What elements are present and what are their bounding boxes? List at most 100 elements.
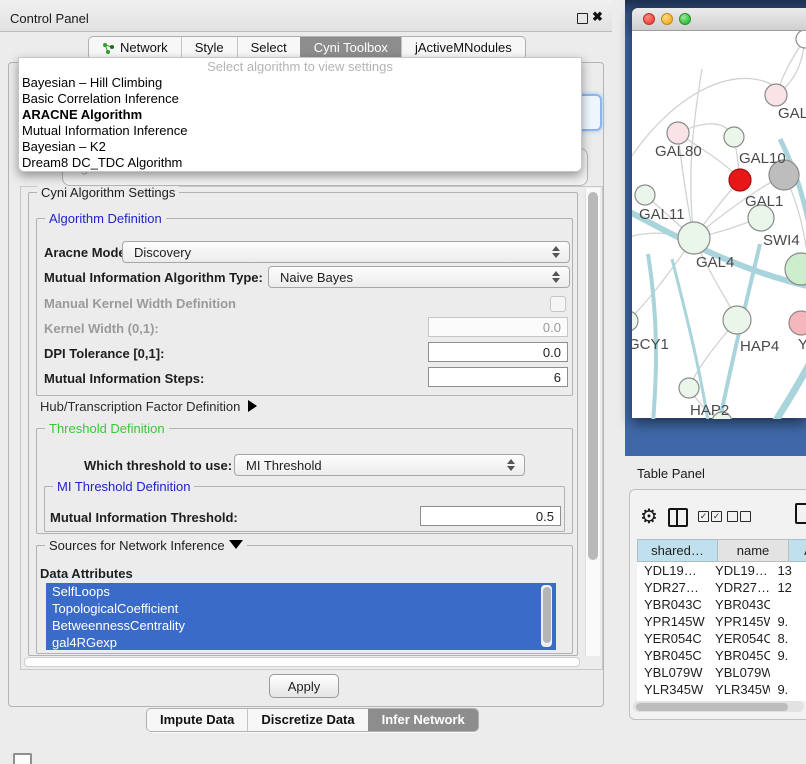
table-row[interactable]: YPR145W YPR145W 9. — [637, 613, 806, 630]
node-label: GAL1 — [745, 193, 783, 210]
data-attributes-list[interactable]: SelfLoops TopologicalCoefficient Between… — [46, 583, 556, 650]
table-row[interactable]: YDL19… YDL19… 13 — [637, 562, 806, 579]
collapsed-panel-icon[interactable] — [13, 753, 32, 764]
combo-arrows-icon — [507, 458, 515, 472]
minimize-traffic-light-icon[interactable] — [661, 13, 673, 25]
panel-title: Control Panel — [10, 11, 89, 26]
node-gal10 — [724, 127, 744, 147]
list-item[interactable]: gal4RGexp — [46, 634, 556, 650]
table-row[interactable]: YBR043C YBR043C — [637, 596, 806, 613]
tab-style[interactable]: Style — [181, 37, 237, 59]
node — [765, 84, 787, 106]
close-icon[interactable]: ✖ — [592, 9, 603, 25]
dropdown-item[interactable]: Basic Correlation Inference — [19, 91, 581, 107]
dropdown-item[interactable]: Mutual Information Inference — [19, 123, 581, 139]
list-item[interactable]: SelfLoops — [46, 583, 556, 600]
mi-type-label: Mutual Information Algorithm Type: — [44, 270, 263, 285]
mi-type-combo[interactable]: Naive Bayes — [268, 266, 570, 288]
settings-gear-icon[interactable]: ⚙ — [640, 504, 658, 529]
table-row[interactable]: YLR345W YLR345W 9. — [637, 681, 806, 698]
which-threshold-label: Which threshold to use: — [84, 458, 232, 473]
table-row[interactable]: YBL079W YBL079W — [637, 664, 806, 681]
unchecked-checkbox-icon[interactable] — [727, 511, 738, 522]
table-horizontal-scrollbar[interactable] — [633, 701, 804, 712]
which-threshold-combo[interactable]: MI Threshold — [234, 454, 525, 476]
column-header-name[interactable]: name — [718, 539, 789, 562]
node-gcy1 — [632, 311, 638, 331]
node-label: GAL80 — [655, 143, 702, 160]
network-window[interactable]: GAL GAL80 GAL10 GAL1 GAL11 SWI4 GAL4 GCY… — [632, 8, 806, 418]
scrollbar-thumb[interactable] — [24, 657, 580, 667]
hub-section-label: Hub/Transcription Factor Definition — [40, 399, 240, 414]
hub-section-toggle[interactable]: Hub/Transcription Factor Definition — [40, 399, 257, 414]
mi-type-value: Naive Bayes — [280, 270, 353, 285]
manual-kernel-checkbox[interactable] — [550, 296, 566, 312]
group-title: Algorithm Definition — [45, 211, 166, 226]
table-row[interactable]: YBR045C YBR045C 9. — [637, 647, 806, 664]
table-panel-title: Table Panel — [637, 466, 705, 481]
column-header-shared[interactable]: shared… — [637, 539, 718, 562]
zoom-traffic-light-icon[interactable] — [679, 13, 691, 25]
table-header-row: shared… name A — [637, 539, 806, 562]
list-item[interactable]: BetweennessCentrality — [46, 617, 556, 634]
aracne-mode-value: Discovery — [134, 245, 191, 260]
tab-jactivemnodules[interactable]: jActiveMNodules — [401, 37, 525, 59]
tab-select[interactable]: Select — [237, 37, 300, 59]
scrollbar-thumb[interactable] — [636, 703, 788, 711]
network-labels: GAL GAL80 GAL10 GAL1 GAL11 SWI4 GAL4 GCY… — [632, 105, 806, 419]
tab-network[interactable]: Network — [89, 37, 181, 59]
sources-toggle[interactable]: Sources for Network Inference — [45, 538, 247, 553]
expanded-arrow-icon — [229, 540, 243, 549]
mi-threshold-field[interactable]: 0.5 — [420, 506, 561, 526]
checked-checkbox-icon[interactable]: ✓ — [711, 511, 722, 522]
scrollbar-thumb[interactable] — [588, 192, 598, 560]
manual-kernel-label: Manual Kernel Width Definition — [44, 296, 236, 311]
export-file-icon[interactable] — [795, 503, 806, 524]
column-layout-icon[interactable] — [668, 508, 688, 527]
kernel-width-label: Kernel Width (0,1): — [44, 321, 159, 336]
dropdown-item[interactable]: Bayesian – K2 — [19, 139, 581, 155]
settings-vertical-scrollbar[interactable] — [585, 188, 600, 656]
group-title: MI Threshold Definition — [53, 479, 194, 494]
network-icon — [102, 42, 115, 55]
aracne-mode-combo[interactable]: Discovery — [122, 241, 570, 263]
node — [796, 31, 806, 48]
node-selected-red — [729, 169, 751, 191]
node-label: Y — [798, 336, 806, 353]
node-label: GAL11 — [639, 206, 685, 223]
apply-button[interactable]: Apply — [269, 674, 339, 698]
kernel-width-field[interactable]: 0.0 — [428, 317, 568, 337]
node-label: GAL — [778, 105, 806, 122]
unchecked-checkbox-icon[interactable] — [740, 511, 751, 522]
tab-infer-network[interactable]: Infer Network — [368, 709, 478, 731]
table-row[interactable]: YER054C YER054C 8. — [637, 630, 806, 647]
tab-cyni-toolbox[interactable]: Cyni Toolbox — [300, 37, 401, 59]
float-window-icon[interactable] — [577, 13, 588, 24]
mi-steps-field[interactable]: 6 — [428, 367, 568, 387]
list-vertical-scrollbar[interactable] — [541, 585, 552, 647]
node-label: HAP4 — [740, 338, 779, 355]
dpi-tolerance-field[interactable]: 0.0 — [428, 342, 568, 362]
dpi-tolerance-label: DPI Tolerance [0,1]: — [44, 346, 164, 361]
tab-discretize-data[interactable]: Discretize Data — [247, 709, 367, 731]
dropdown-item-selected[interactable]: ARACNE Algorithm — [19, 107, 581, 123]
close-traffic-light-icon[interactable] — [643, 13, 655, 25]
aracne-mode-label: Aracne Mode: — [44, 245, 130, 260]
table-body[interactable]: YDL19… YDL19… 13 YDR27… YDR27… 12 YBR043… — [637, 562, 806, 701]
table-row[interactable]: YDR27… YDR27… 12 — [637, 579, 806, 596]
list-item[interactable]: TopologicalCoefficient — [46, 600, 556, 617]
tab-network-label: Network — [120, 37, 168, 59]
column-header-partial[interactable]: A — [789, 539, 806, 562]
tab-impute-data[interactable]: Impute Data — [147, 709, 247, 731]
dropdown-placeholder: Select algorithm to view settings — [19, 58, 581, 75]
dropdown-item[interactable]: Dream8 DC_TDC Algorithm — [19, 155, 581, 171]
combo-arrows-icon — [552, 245, 560, 259]
data-attributes-label: Data Attributes — [40, 566, 133, 581]
settings-horizontal-scrollbar[interactable] — [23, 656, 581, 667]
checked-checkbox-icon[interactable]: ✓ — [698, 511, 709, 522]
scrollbar-thumb[interactable] — [543, 587, 551, 643]
dropdown-item[interactable]: Bayesian – Hill Climbing — [19, 75, 581, 91]
node-label: HAP2 — [690, 402, 729, 419]
mi-threshold-label: Mutual Information Threshold: — [50, 510, 238, 525]
network-canvas[interactable]: GAL GAL80 GAL10 GAL1 GAL11 SWI4 GAL4 GCY… — [632, 31, 806, 419]
